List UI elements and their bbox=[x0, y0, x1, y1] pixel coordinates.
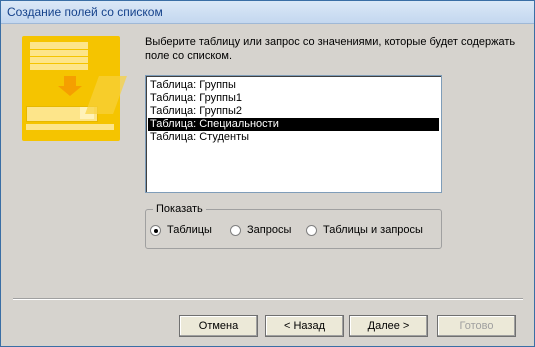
radio-tables-and-queries-label: Таблицы и запросы bbox=[323, 224, 423, 236]
radio-tables-and-queries-indicator[interactable] bbox=[306, 224, 317, 236]
radio-tables[interactable]: Таблицы bbox=[150, 223, 212, 237]
list-item-selected[interactable]: Таблица: Специальности bbox=[148, 118, 439, 131]
back-button[interactable]: < Назад bbox=[265, 315, 344, 337]
title-bar: Создание полей со списком bbox=[1, 1, 534, 24]
list-item[interactable]: Таблица: Студенты bbox=[148, 131, 439, 144]
button-separator bbox=[13, 298, 523, 300]
radio-queries-indicator[interactable] bbox=[230, 224, 241, 236]
window-title: Создание полей со списком bbox=[7, 5, 163, 19]
source-listbox[interactable]: Таблица: Группы Таблица: Группы1 Таблица… bbox=[145, 75, 442, 193]
list-item[interactable]: Таблица: Группы1 bbox=[148, 92, 439, 105]
show-groupbox-label: Показать bbox=[153, 203, 206, 215]
list-item[interactable]: Таблица: Группы2 bbox=[148, 105, 439, 118]
instruction-text: Выберите таблицу или запрос со значениям… bbox=[145, 36, 516, 62]
radio-queries[interactable]: Запросы bbox=[230, 223, 291, 237]
wizard-dialog: Создание полей со списком Выберите табли… bbox=[0, 0, 535, 347]
radio-tables-and-queries[interactable]: Таблицы и запросы bbox=[306, 223, 423, 237]
list-item[interactable]: Таблица: Группы bbox=[148, 79, 439, 92]
radio-tables-label: Таблицы bbox=[167, 224, 212, 236]
radio-tables-indicator[interactable] bbox=[150, 224, 161, 236]
next-button[interactable]: Далее > bbox=[349, 315, 428, 337]
finish-button[interactable]: Готово bbox=[437, 315, 516, 337]
radio-queries-label: Запросы bbox=[247, 224, 292, 236]
wizard-illustration-icon bbox=[22, 36, 127, 141]
cancel-button[interactable]: Отмена bbox=[179, 315, 258, 337]
